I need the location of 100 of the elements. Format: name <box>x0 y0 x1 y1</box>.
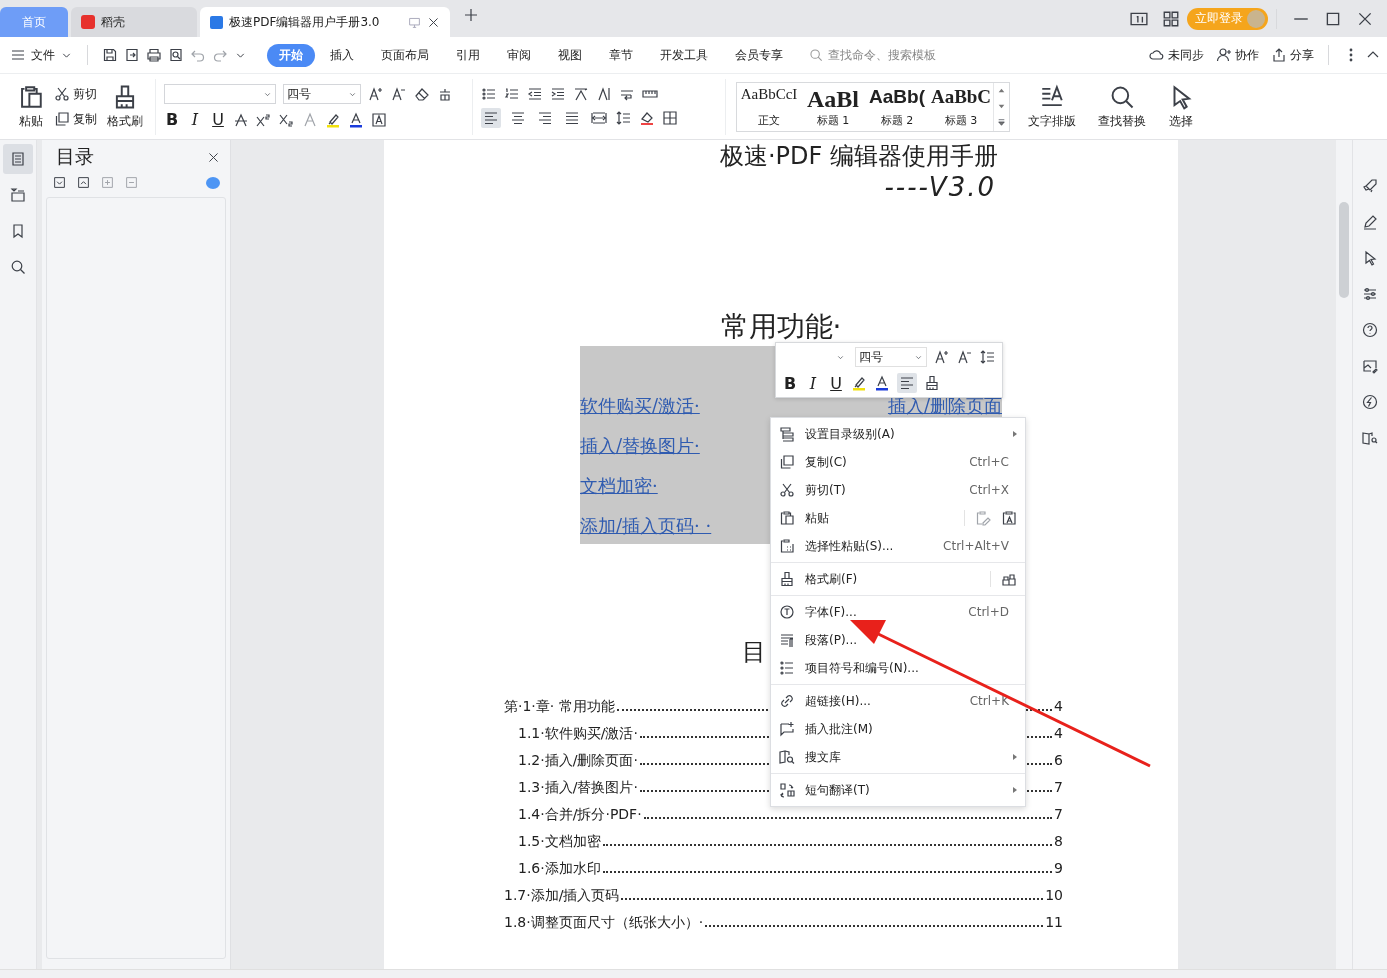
ribbon-tab[interactable]: 插入 <box>318 43 366 67</box>
brush-icon[interactable] <box>1001 571 1017 587</box>
command-search-field[interactable]: 查找命令、搜索模板 <box>809 47 980 63</box>
image-edit-icon[interactable] <box>1362 358 1378 374</box>
grow-font-icon[interactable] <box>368 86 384 102</box>
ribbon-tab[interactable]: 引用 <box>444 43 492 67</box>
grid-icon[interactable] <box>1162 9 1180 28</box>
scrollbar-thumb[interactable] <box>1339 202 1349 298</box>
document-link[interactable]: 插入/替换图片· <box>580 434 712 458</box>
pinyin-icon[interactable] <box>437 86 453 102</box>
toc-entry[interactable]: 1.1·软件购买/激活· <box>518 725 638 743</box>
highlight-icon[interactable] <box>851 375 867 391</box>
character-border-icon[interactable] <box>371 111 387 128</box>
document-link[interactable]: 文档加密· <box>580 474 712 498</box>
underline-button[interactable]: U <box>210 110 226 129</box>
font-size-dropdown[interactable]: 四号 <box>283 84 361 104</box>
expand-gallery-icon[interactable] <box>997 118 1006 127</box>
font-color-icon[interactable] <box>348 111 364 128</box>
style-preset[interactable]: AaBbC 标题 3 <box>929 82 993 131</box>
grow-font-icon[interactable] <box>934 349 950 365</box>
search-icon[interactable] <box>10 259 26 275</box>
outdent-icon[interactable] <box>527 85 543 102</box>
indent-icon[interactable] <box>550 85 566 102</box>
close-icon[interactable] <box>427 15 440 29</box>
style-preset[interactable]: AaBbCcI 正文 <box>737 82 801 131</box>
share-button[interactable]: 分享 <box>1271 46 1314 64</box>
menu-item[interactable]: 格式刷(F) <box>771 565 1025 593</box>
export-icon[interactable] <box>124 47 140 63</box>
numbering-icon[interactable] <box>504 85 520 102</box>
document-link[interactable]: 添加/插入页码· · <box>580 514 712 538</box>
cursor-icon[interactable] <box>1362 250 1378 266</box>
text-layout-button[interactable]: 文字排版 <box>1024 83 1080 130</box>
select-button[interactable]: 选择 <box>1164 83 1198 130</box>
align-left-button[interactable] <box>481 107 501 128</box>
document-tab[interactable]: 稻壳 <box>71 7 197 37</box>
expand-icon[interactable] <box>53 176 66 189</box>
ribbon-tab[interactable]: 章节 <box>597 43 645 67</box>
line-spacing-icon[interactable] <box>616 109 632 126</box>
menu-item[interactable]: 插入批注(M) <box>771 715 1025 743</box>
pen-icon[interactable] <box>1362 214 1378 230</box>
scroll-down-icon[interactable] <box>997 102 1006 111</box>
menu-item[interactable]: 段落(P)... <box>771 626 1025 654</box>
menu-item[interactable]: 复制(C) Ctrl+C <box>771 448 1025 476</box>
toc-entry[interactable]: 1.5·文档加密 <box>518 833 601 851</box>
toc-entry[interactable]: 1.6·添加水印 <box>518 860 601 878</box>
menu-item[interactable]: 设置目录级别(A) <box>771 420 1025 448</box>
find-replace-button[interactable]: 查找替换 <box>1094 83 1150 130</box>
menu-item[interactable]: 剪切(T) Ctrl+X <box>771 476 1025 504</box>
brush-icon[interactable] <box>924 375 940 391</box>
toc-entry[interactable]: 1.2·插入/删除页面· <box>518 752 638 770</box>
shrink-font-icon[interactable] <box>391 86 407 102</box>
format-painter-button[interactable]: 格式刷 <box>103 83 147 130</box>
toc-entry[interactable]: 1.7·添加/插入页码 <box>504 887 620 905</box>
bold-button[interactable]: B <box>782 373 798 393</box>
toc-entry[interactable]: 1.8·调整页面尺寸（纸张大小）· <box>504 914 704 932</box>
underline-button[interactable]: U <box>828 373 844 393</box>
document-link[interactable]: 软件购买/激活· <box>580 394 712 418</box>
scroll-up-icon[interactable] <box>997 86 1006 95</box>
align-button[interactable] <box>897 373 917 393</box>
ribbon-tab[interactable]: 视图 <box>546 43 594 67</box>
collaborate-button[interactable]: 协作 <box>1216 46 1259 64</box>
menu-item[interactable]: 选择性粘贴(S)... Ctrl+Alt+V <box>771 532 1025 560</box>
line-spacing-icon[interactable] <box>980 349 996 365</box>
paste-button[interactable]: 粘贴 <box>14 83 48 130</box>
sort-icon[interactable] <box>573 85 589 102</box>
ribbon-tab[interactable]: 页面布局 <box>369 43 441 67</box>
toc-entry[interactable]: 1.3·插入/替换图片· <box>518 779 638 797</box>
close-icon[interactable] <box>207 150 220 164</box>
font-size-dropdown[interactable]: 四号 <box>855 347 927 367</box>
document-link[interactable]: 插入/删除页面 <box>887 394 1002 418</box>
copy-button[interactable]: 复制 <box>54 110 97 128</box>
menu-item[interactable]: 字体(F)... Ctrl+D <box>771 598 1025 626</box>
italic-button[interactable]: I <box>805 373 821 393</box>
outline-button[interactable] <box>3 144 33 174</box>
shrink-font-icon[interactable] <box>957 349 973 365</box>
borders-icon[interactable] <box>662 109 678 126</box>
ribbon-tab[interactable]: 审阅 <box>495 43 543 67</box>
bookmark-icon[interactable] <box>10 223 26 239</box>
structure-icon[interactable] <box>10 187 26 203</box>
bold-button[interactable]: B <box>164 110 180 129</box>
ribbon-tab[interactable]: 会员专享 <box>723 43 795 67</box>
italic-button[interactable]: I <box>187 110 203 129</box>
cut-button[interactable]: 剪切 <box>54 85 97 103</box>
font-color-icon[interactable] <box>874 375 890 391</box>
strikethrough-icon[interactable] <box>233 111 249 128</box>
collapse-icon[interactable] <box>77 176 90 189</box>
menu-item[interactable]: 搜文库 <box>771 743 1025 771</box>
add-tab-icon[interactable] <box>463 6 479 23</box>
superscript-icon[interactable] <box>256 111 272 128</box>
help-icon[interactable] <box>1362 322 1378 338</box>
text-direction-icon[interactable] <box>596 85 612 102</box>
document-tab[interactable]: 极速PDF编辑器用户手册3.0 <box>200 7 450 37</box>
sliders-icon[interactable] <box>1362 286 1378 302</box>
sync-status-button[interactable]: 未同步 <box>1149 46 1204 64</box>
save-icon[interactable] <box>102 47 118 63</box>
style-preset[interactable]: AaBb( 标题 2 <box>865 82 929 131</box>
menu-item[interactable]: 超链接(H)... Ctrl+K <box>771 687 1025 715</box>
style-preset[interactable]: AaBl 标题 1 <box>801 82 865 131</box>
options-icon[interactable] <box>206 176 220 189</box>
eraser-icon[interactable] <box>414 86 430 102</box>
